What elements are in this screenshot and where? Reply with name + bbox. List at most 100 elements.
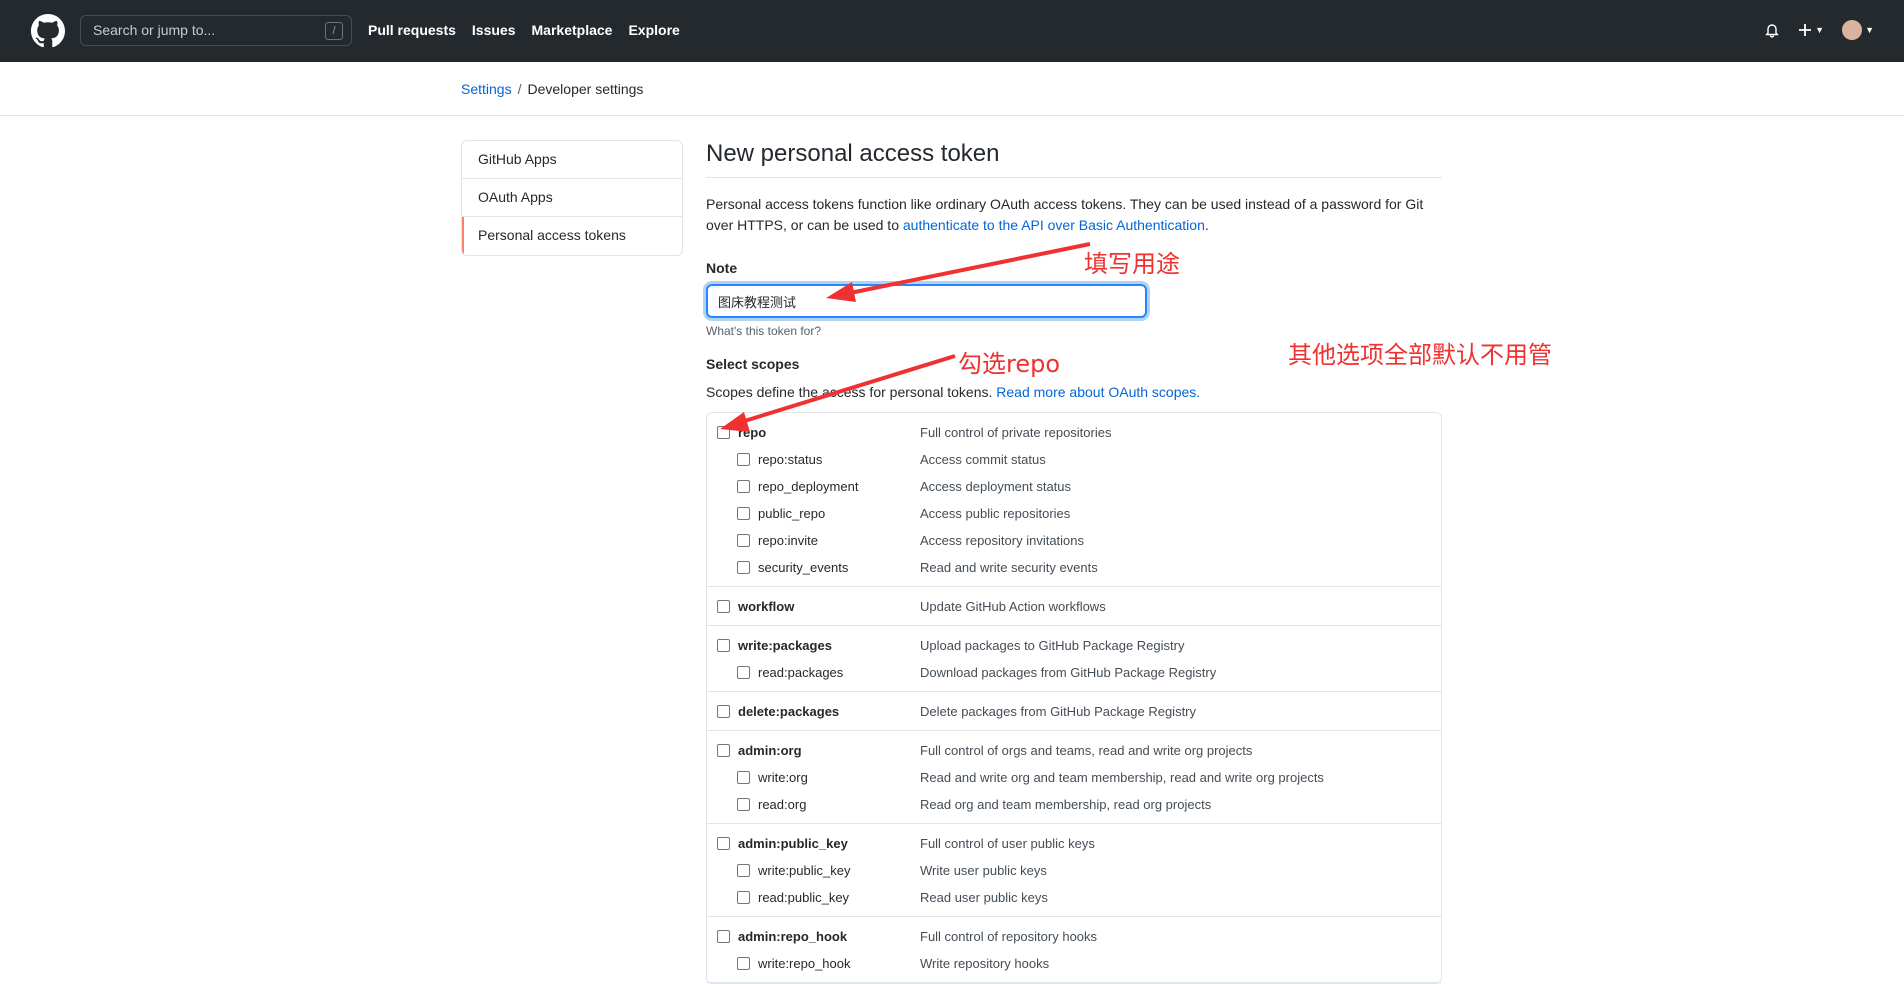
top-header: Search or jump to... / Pull requests Iss… <box>0 0 1904 62</box>
scope-checkbox[interactable] <box>717 837 730 850</box>
github-logo-icon[interactable] <box>31 14 65 48</box>
scope-row: admin:repo_hook Full control of repositor… <box>707 923 1441 950</box>
scope-checkbox[interactable] <box>717 426 730 439</box>
search-input[interactable]: Search or jump to... / <box>80 15 352 46</box>
scope-description: Read and write org and team membership, … <box>920 770 1324 785</box>
sidebar-item-personal-access-tokens[interactable]: Personal access tokens <box>462 217 682 255</box>
scope-checkbox[interactable] <box>717 930 730 943</box>
scope-group: repo Full control of private repositories… <box>707 413 1441 587</box>
scope-name: write:public_key <box>758 863 851 878</box>
basic-auth-link[interactable]: authenticate to the API over Basic Authe… <box>903 217 1205 233</box>
scope-row: repo Full control of private repositories <box>707 419 1441 446</box>
scope-name: admin:public_key <box>738 836 848 851</box>
breadcrumb-current: Developer settings <box>527 81 644 97</box>
scope-name: repo:status <box>758 452 823 467</box>
scope-name: repo_deployment <box>758 479 859 494</box>
scope-checkbox[interactable] <box>737 771 750 784</box>
scope-checkbox[interactable] <box>717 639 730 652</box>
scope-description: Full control of private repositories <box>920 425 1112 440</box>
scope-checkbox[interactable] <box>717 705 730 718</box>
scope-description: Full control of user public keys <box>920 836 1095 851</box>
scope-row: write:public_key Write user public keys <box>707 857 1441 884</box>
scope-description: Download packages from GitHub Package Re… <box>920 665 1217 680</box>
nav-issues[interactable]: Issues <box>472 22 516 38</box>
scope-name: read:public_key <box>758 890 850 905</box>
scope-checkbox[interactable] <box>737 864 750 877</box>
scope-row: read:packages Download packages from GitH… <box>707 659 1441 686</box>
scope-name: security_events <box>758 560 849 575</box>
scope-name: read:org <box>758 797 807 812</box>
scope-description: Update GitHub Action workflows <box>920 599 1106 614</box>
scope-description: Access deployment status <box>920 479 1072 494</box>
breadcrumb-bar <box>0 62 1904 116</box>
scope-description: Access commit status <box>920 452 1046 467</box>
scope-checkbox[interactable] <box>737 453 750 466</box>
annotation-fill-purpose: 填写用途 <box>1084 250 1180 278</box>
scope-name: admin:org <box>738 743 802 758</box>
scope-checkbox[interactable] <box>737 507 750 520</box>
scope-row: read:org Read org and team membership, re… <box>707 791 1441 818</box>
plus-icon <box>1799 24 1812 36</box>
scope-group: workflow Update GitHub Action workflows <box>707 587 1441 626</box>
scope-row: delete:packages Delete packages from GitH… <box>707 698 1441 725</box>
create-new-menu[interactable]: ▼ <box>1798 23 1824 37</box>
scope-checkbox[interactable] <box>717 600 730 613</box>
scope-name: write:packages <box>738 638 832 653</box>
nav-explore[interactable]: Explore <box>628 22 679 38</box>
scope-row: admin:org Full control of orgs and teams,… <box>707 737 1441 764</box>
scope-row: repo_deployment Access deployment status <box>707 473 1441 500</box>
breadcrumb-separator: / <box>517 81 522 97</box>
scope-description: Access repository invitations <box>920 533 1085 548</box>
user-menu[interactable]: ▼ <box>1842 20 1874 40</box>
select-scopes-label: Select scopes <box>706 356 800 372</box>
scope-checkbox[interactable] <box>737 798 750 811</box>
main-content: New personal access token Personal acces… <box>706 140 1442 984</box>
scope-checkbox[interactable] <box>737 480 750 493</box>
page-description: Personal access tokens function like ord… <box>706 194 1442 236</box>
sidebar-item-github-apps[interactable]: GitHub Apps <box>462 141 682 179</box>
scope-checkbox[interactable] <box>717 744 730 757</box>
scope-name: repo <box>738 425 767 440</box>
header-actions: ▼ ▼ <box>1764 20 1874 40</box>
scope-row: workflow Update GitHub Action workflows <box>707 593 1441 620</box>
scope-description: Read user public keys <box>920 890 1048 905</box>
scope-name: admin:repo_hook <box>738 929 848 944</box>
scope-row: security_events Read and write security e… <box>707 554 1441 581</box>
chevron-down-icon: ▼ <box>1865 25 1874 35</box>
top-nav: Pull requests Issues Marketplace Explore <box>368 22 680 38</box>
annotation-check-repo: 勾选repo <box>958 350 1061 378</box>
scope-checkbox[interactable] <box>737 534 750 547</box>
scope-row: read:public_key Read user public keys <box>707 884 1441 911</box>
scope-description: Full control of orgs and teams, read and… <box>920 743 1253 758</box>
scope-group: admin:public_key Full control of user pub… <box>707 824 1441 917</box>
scope-name: public_repo <box>758 506 826 521</box>
scope-checkbox[interactable] <box>737 891 750 904</box>
scope-row: admin:public_key Full control of user pub… <box>707 830 1441 857</box>
scope-checkbox[interactable] <box>737 561 750 574</box>
scope-name: repo:invite <box>758 533 818 548</box>
scope-description: Access public repositories <box>920 506 1071 521</box>
breadcrumb-settings-link[interactable]: Settings <box>461 81 512 97</box>
nav-pull-requests[interactable]: Pull requests <box>368 22 456 38</box>
scopes-desc-text: Scopes define the access for personal to… <box>706 384 997 400</box>
nav-marketplace[interactable]: Marketplace <box>532 22 613 38</box>
note-input[interactable]: 图床教程测试 <box>706 284 1147 318</box>
scope-name: delete:packages <box>738 704 840 719</box>
oauth-scopes-link[interactable]: Read more about OAuth scopes. <box>996 384 1200 400</box>
scope-description: Read org and team membership, read org p… <box>920 797 1212 812</box>
description-end: . <box>1204 217 1209 233</box>
sidebar-item-oauth-apps[interactable]: OAuth Apps <box>462 179 682 217</box>
scope-name: read:packages <box>758 665 844 680</box>
avatar <box>1842 20 1863 40</box>
scopes-description: Scopes define the access for personal to… <box>706 384 1200 400</box>
note-label: Note <box>706 260 738 276</box>
scope-checkbox[interactable] <box>737 666 750 679</box>
bell-icon[interactable] <box>1764 22 1780 38</box>
scope-description: Upload packages to GitHub Package Regist… <box>920 638 1185 653</box>
scope-name: workflow <box>738 599 795 614</box>
annotation-others-default: 其他选项全部默认不用管 <box>1288 341 1552 369</box>
settings-sidebar: GitHub Apps OAuth Apps Personal access t… <box>461 140 683 256</box>
scope-description: Read and write security events <box>920 560 1098 575</box>
note-hint: What's this token for? <box>706 324 822 338</box>
scope-description: Write user public keys <box>920 863 1047 878</box>
